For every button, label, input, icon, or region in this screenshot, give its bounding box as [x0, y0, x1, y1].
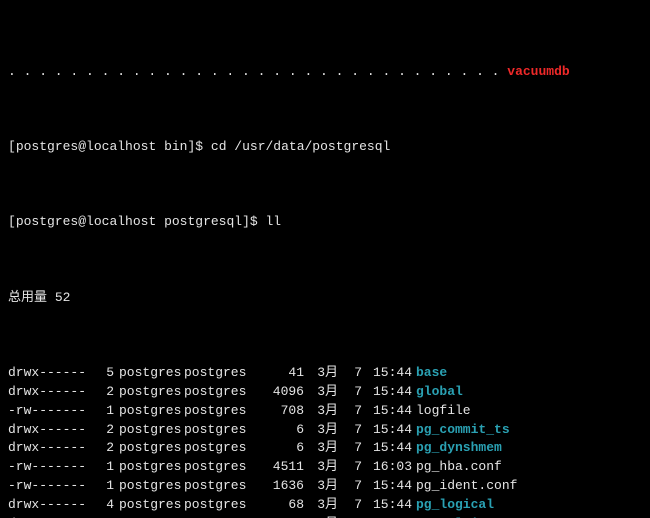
links: 2 — [96, 383, 114, 402]
owner: postgres — [114, 439, 184, 458]
month: 3月 — [304, 383, 338, 402]
command-input: cd /usr/data/postgresql — [211, 138, 390, 157]
top-truncated-line: . . . . . . . . . . . . . . . . . . . . … — [8, 63, 642, 82]
list-item: -rw-------1postgrespostgres7083月715:44lo… — [8, 402, 642, 421]
group: postgres — [184, 439, 256, 458]
day: 7 — [338, 421, 362, 440]
perm: drwx------ — [8, 421, 96, 440]
time: 15:44 — [362, 383, 412, 402]
group: postgres — [184, 421, 256, 440]
day: 7 — [338, 458, 362, 477]
list-item: drwx------2postgrespostgres63月715:44pg_d… — [8, 439, 642, 458]
month: 3月 — [304, 364, 338, 383]
month: 3月 — [304, 477, 338, 496]
file-name: pg_logical — [412, 496, 494, 515]
month: 3月 — [304, 496, 338, 515]
group: postgres — [184, 458, 256, 477]
file-name: global — [412, 383, 463, 402]
perm: drwx------ — [8, 496, 96, 515]
perm: -rw------- — [8, 402, 96, 421]
time: 16:03 — [362, 458, 412, 477]
size: 41 — [256, 364, 304, 383]
size: 6 — [256, 421, 304, 440]
group: postgres — [184, 496, 256, 515]
month: 3月 — [304, 402, 338, 421]
month: 3月 — [304, 458, 338, 477]
file-name: pg_commit_ts — [412, 421, 510, 440]
day: 7 — [338, 496, 362, 515]
time: 15:44 — [362, 477, 412, 496]
day: 7 — [338, 383, 362, 402]
time: 15:44 — [362, 421, 412, 440]
prompt-line-1: [postgres@localhost bin]$ cd /usr/data/p… — [8, 138, 642, 157]
owner: postgres — [114, 383, 184, 402]
owner: postgres — [114, 477, 184, 496]
perm: drwx------ — [8, 364, 96, 383]
list-item: drwx------2postgrespostgres63月715:44pg_c… — [8, 421, 642, 440]
month: 3月 — [304, 421, 338, 440]
size: 708 — [256, 402, 304, 421]
file-listing: drwx------5postgrespostgres413月715:44bas… — [8, 364, 642, 518]
size: 6 — [256, 439, 304, 458]
command-input: ll — [266, 213, 282, 232]
file-name: pg_hba.conf — [412, 458, 502, 477]
month: 3月 — [304, 439, 338, 458]
group: postgres — [184, 364, 256, 383]
day: 7 — [338, 364, 362, 383]
group: postgres — [184, 383, 256, 402]
time: 15:44 — [362, 439, 412, 458]
links: 2 — [96, 439, 114, 458]
day: 7 — [338, 439, 362, 458]
day: 7 — [338, 477, 362, 496]
owner: postgres — [114, 402, 184, 421]
links: 1 — [96, 458, 114, 477]
size: 1636 — [256, 477, 304, 496]
time: 15:44 — [362, 402, 412, 421]
file-name: vacuumdb — [507, 63, 569, 82]
list-item: drwx------2postgrespostgres40963月715:44g… — [8, 383, 642, 402]
links: 4 — [96, 496, 114, 515]
file-name: base — [412, 364, 447, 383]
day: 7 — [338, 402, 362, 421]
total-line: 总用量 52 — [8, 289, 642, 308]
links: 1 — [96, 477, 114, 496]
perm: drwx------ — [8, 383, 96, 402]
file-name: pg_dynshmem — [412, 439, 502, 458]
links: 1 — [96, 402, 114, 421]
file-name: pg_ident.conf — [412, 477, 517, 496]
perm: drwx------ — [8, 439, 96, 458]
time: 15:44 — [362, 364, 412, 383]
owner: postgres — [114, 421, 184, 440]
prompt-line-2: [postgres@localhost postgresql]$ ll — [8, 213, 642, 232]
group: postgres — [184, 402, 256, 421]
owner: postgres — [114, 364, 184, 383]
list-item: -rw-------1postgrespostgres16363月715:44p… — [8, 477, 642, 496]
size: 4511 — [256, 458, 304, 477]
links: 2 — [96, 421, 114, 440]
file-name: logfile — [412, 402, 471, 421]
size: 68 — [256, 496, 304, 515]
group: postgres — [184, 477, 256, 496]
perm: -rw------- — [8, 477, 96, 496]
list-item: drwx------4postgrespostgres683月715:44pg_… — [8, 496, 642, 515]
list-item: -rw-------1postgrespostgres45113月716:03p… — [8, 458, 642, 477]
terminal[interactable]: . . . . . . . . . . . . . . . . . . . . … — [0, 0, 650, 518]
owner: postgres — [114, 458, 184, 477]
links: 5 — [96, 364, 114, 383]
owner: postgres — [114, 496, 184, 515]
perm: -rw------- — [8, 458, 96, 477]
list-item: drwx------5postgrespostgres413月715:44bas… — [8, 364, 642, 383]
size: 4096 — [256, 383, 304, 402]
time: 15:44 — [362, 496, 412, 515]
